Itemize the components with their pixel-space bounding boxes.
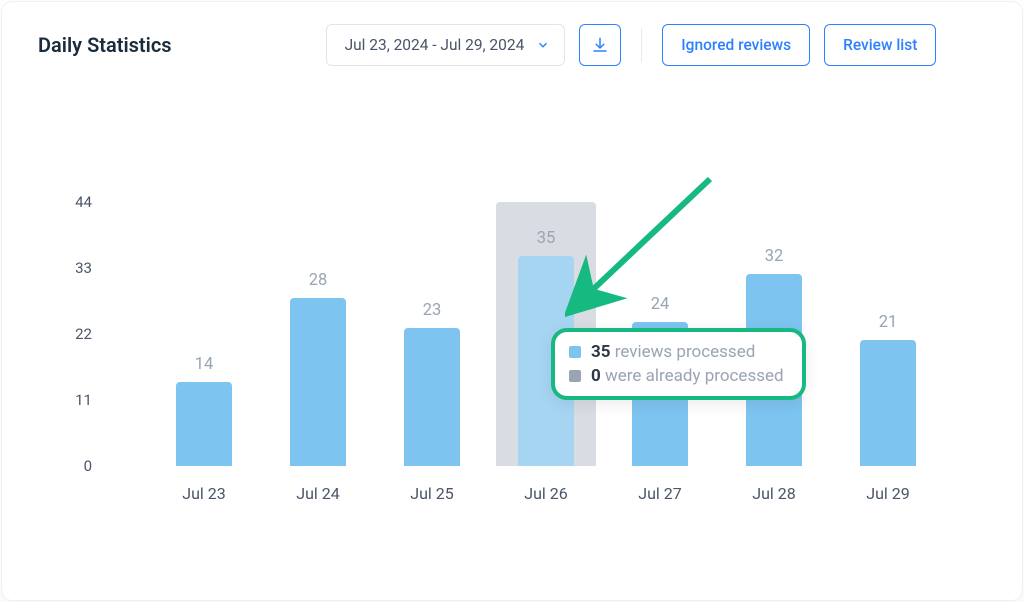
x-tick-label: Jul 28 [714, 484, 834, 503]
x-tick-label: Jul 24 [258, 484, 378, 503]
bar [404, 328, 460, 466]
stats-card: Daily Statistics Jul 23, 2024 - Jul 29, … [2, 2, 1022, 600]
bar [176, 382, 232, 466]
bar [860, 340, 916, 466]
ignored-reviews-button[interactable]: Ignored reviews [662, 24, 810, 66]
chevron-down-icon [536, 38, 550, 52]
bar-value-label: 21 [838, 313, 938, 332]
daily-stats-chart: 011223344 14Jul 2328Jul 2423Jul 2535Jul … [108, 202, 974, 466]
review-list-label: Review list [843, 36, 917, 54]
bar-value-label: 24 [610, 295, 710, 314]
tooltip-label-processed: reviews processed [615, 342, 756, 362]
separator [641, 28, 642, 62]
y-tick-label: 11 [52, 391, 92, 409]
y-tick-label: 33 [52, 259, 92, 277]
bar-value-label: 23 [382, 301, 482, 320]
card-header: Daily Statistics Jul 23, 2024 - Jul 29, … [2, 2, 1022, 90]
y-tick-label: 0 [52, 457, 92, 475]
y-tick-label: 22 [52, 325, 92, 343]
tooltip-row-already: 0 were already processed [569, 366, 784, 386]
legend-swatch-gray [569, 370, 581, 382]
tooltip-row-processed: 35 reviews processed [569, 342, 784, 362]
tooltip-label-already: were already processed [605, 366, 784, 386]
date-range-picker[interactable]: Jul 23, 2024 - Jul 29, 2024 [326, 24, 566, 66]
ignored-reviews-label: Ignored reviews [681, 36, 791, 54]
tooltip-value-already: 0 [591, 366, 601, 386]
x-tick-label: Jul 25 [372, 484, 492, 503]
download-icon [591, 36, 609, 54]
bar-value-label: 28 [268, 271, 368, 290]
x-tick-label: Jul 23 [144, 484, 264, 503]
bar-value-label: 32 [724, 247, 824, 266]
bar-value-label: 14 [154, 355, 254, 374]
chart-tooltip: 35 reviews processed 0 were already proc… [551, 328, 806, 400]
review-list-button[interactable]: Review list [824, 24, 936, 66]
bar-value-label: 35 [496, 229, 596, 248]
x-tick-label: Jul 26 [486, 484, 606, 503]
tooltip-value-processed: 35 [591, 342, 611, 362]
download-button[interactable] [579, 24, 621, 66]
legend-swatch-blue [569, 346, 581, 358]
date-range-label: Jul 23, 2024 - Jul 29, 2024 [345, 36, 525, 54]
y-tick-label: 44 [52, 193, 92, 211]
x-tick-label: Jul 29 [828, 484, 948, 503]
bar [290, 298, 346, 466]
x-tick-label: Jul 27 [600, 484, 720, 503]
page-title: Daily Statistics [38, 33, 172, 57]
